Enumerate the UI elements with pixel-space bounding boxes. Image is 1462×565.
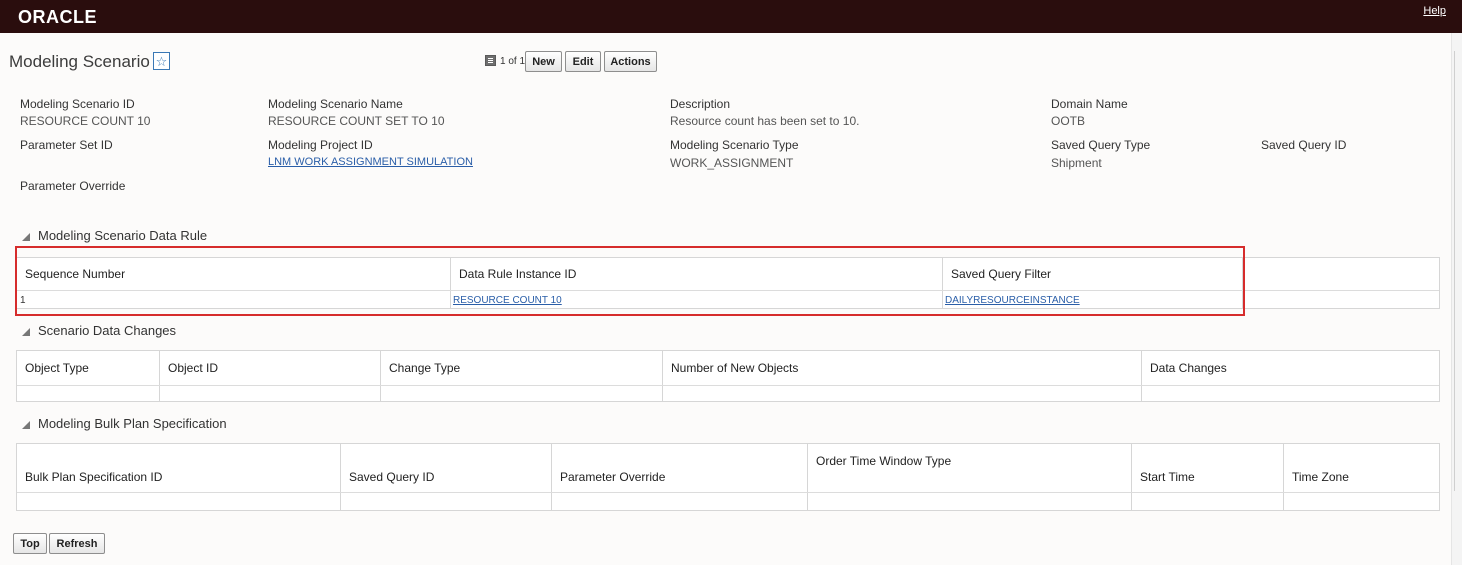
header-divider [17, 492, 1439, 493]
page-title: Modeling Scenario [9, 52, 150, 71]
new-button[interactable]: New [525, 51, 562, 72]
actions-button[interactable]: Actions [604, 51, 657, 72]
header-divider [17, 290, 1439, 291]
row-sequence-value: 1 [20, 295, 26, 306]
domain-label: Domain Name [1051, 97, 1128, 111]
description-label: Description [670, 97, 731, 111]
description-value: Resource count has been set to 10. [670, 114, 860, 128]
data-rule-section-title: Modeling Scenario Data Rule [38, 228, 208, 243]
help-link[interactable]: Help [1423, 5, 1446, 17]
scenario-id-value: RESOURCE COUNT 10 [20, 114, 151, 128]
refresh-button[interactable]: Refresh [49, 533, 105, 554]
row-instance-link[interactable]: RESOURCE COUNT 10 [453, 295, 562, 306]
header-parameter-override[interactable]: Parameter Override [560, 470, 665, 484]
edit-button[interactable]: Edit [565, 51, 601, 72]
top-button[interactable]: Top [13, 533, 47, 554]
project-label: Modeling Project ID [268, 138, 373, 152]
header-divider [17, 385, 1439, 386]
header-object-type[interactable]: Object Type [25, 361, 89, 375]
collapse-triangle-icon[interactable] [22, 421, 30, 429]
column-change-type [381, 351, 663, 401]
scenario-name-label: Modeling Scenario Name [268, 97, 403, 111]
header-saved-query-id[interactable]: Saved Query ID [349, 470, 434, 484]
header-number-of-new-objects[interactable]: Number of New Objects [671, 361, 798, 375]
header-object-id[interactable]: Object ID [168, 361, 218, 375]
column-object-id [160, 351, 381, 401]
data-changes-section-title: Scenario Data Changes [38, 323, 177, 338]
column-sequence-number [17, 258, 451, 308]
scenario-type-value: WORK_ASSIGNMENT [670, 156, 794, 170]
top-bar: ORACLE Help [0, 0, 1462, 33]
data-changes-table: Object Type Object ID Change Type Number… [16, 350, 1440, 402]
parameter-set-label: Parameter Set ID [20, 138, 113, 152]
star-icon[interactable]: ☆ [153, 52, 170, 70]
parameter-override-label: Parameter Override [20, 179, 126, 193]
scrollbar-thumb[interactable] [1454, 51, 1460, 491]
row-filter-link[interactable]: DAILYRESOURCEINSTANCE [945, 295, 1080, 306]
header-change-type[interactable]: Change Type [389, 361, 460, 375]
saved-query-type-value: Shipment [1051, 156, 1102, 170]
collapse-triangle-icon[interactable] [22, 233, 30, 241]
scenario-id-label: Modeling Scenario ID [20, 97, 135, 111]
header-bulk-plan-specification-id[interactable]: Bulk Plan Specification ID [25, 470, 162, 484]
vertical-scrollbar[interactable] [1451, 33, 1462, 565]
header-time-zone[interactable]: Time Zone [1292, 470, 1349, 484]
header-data-changes[interactable]: Data Changes [1150, 361, 1227, 375]
collapse-triangle-icon[interactable] [22, 328, 30, 336]
column-object-type [17, 351, 160, 401]
project-link[interactable]: LNM WORK ASSIGNMENT SIMULATION [268, 156, 473, 168]
bulk-plan-table: Bulk Plan Specification ID Saved Query I… [16, 443, 1440, 511]
scenario-name-value: RESOURCE COUNT SET TO 10 [268, 114, 445, 128]
list-icon[interactable] [485, 55, 496, 66]
bulk-plan-section-title: Modeling Bulk Plan Specification [38, 416, 227, 431]
oracle-logo: ORACLE [18, 7, 97, 27]
header-sequence-number[interactable]: Sequence Number [25, 267, 125, 281]
domain-value: OOTB [1051, 114, 1086, 128]
pager-count: 1 of 1 [500, 56, 526, 67]
header-start-time[interactable]: Start Time [1140, 470, 1195, 484]
header-data-rule-instance-id[interactable]: Data Rule Instance ID [459, 267, 576, 281]
saved-query-type-label: Saved Query Type [1051, 138, 1151, 152]
column-new-objects [663, 351, 1142, 401]
header-saved-query-filter[interactable]: Saved Query Filter [951, 267, 1051, 281]
scenario-type-label: Modeling Scenario Type [670, 138, 799, 152]
data-rule-table: Sequence Number Data Rule Instance ID Sa… [16, 257, 1440, 309]
header-order-time-window-type[interactable]: Order Time Window Type [816, 454, 951, 468]
saved-query-id-label: Saved Query ID [1261, 138, 1347, 152]
